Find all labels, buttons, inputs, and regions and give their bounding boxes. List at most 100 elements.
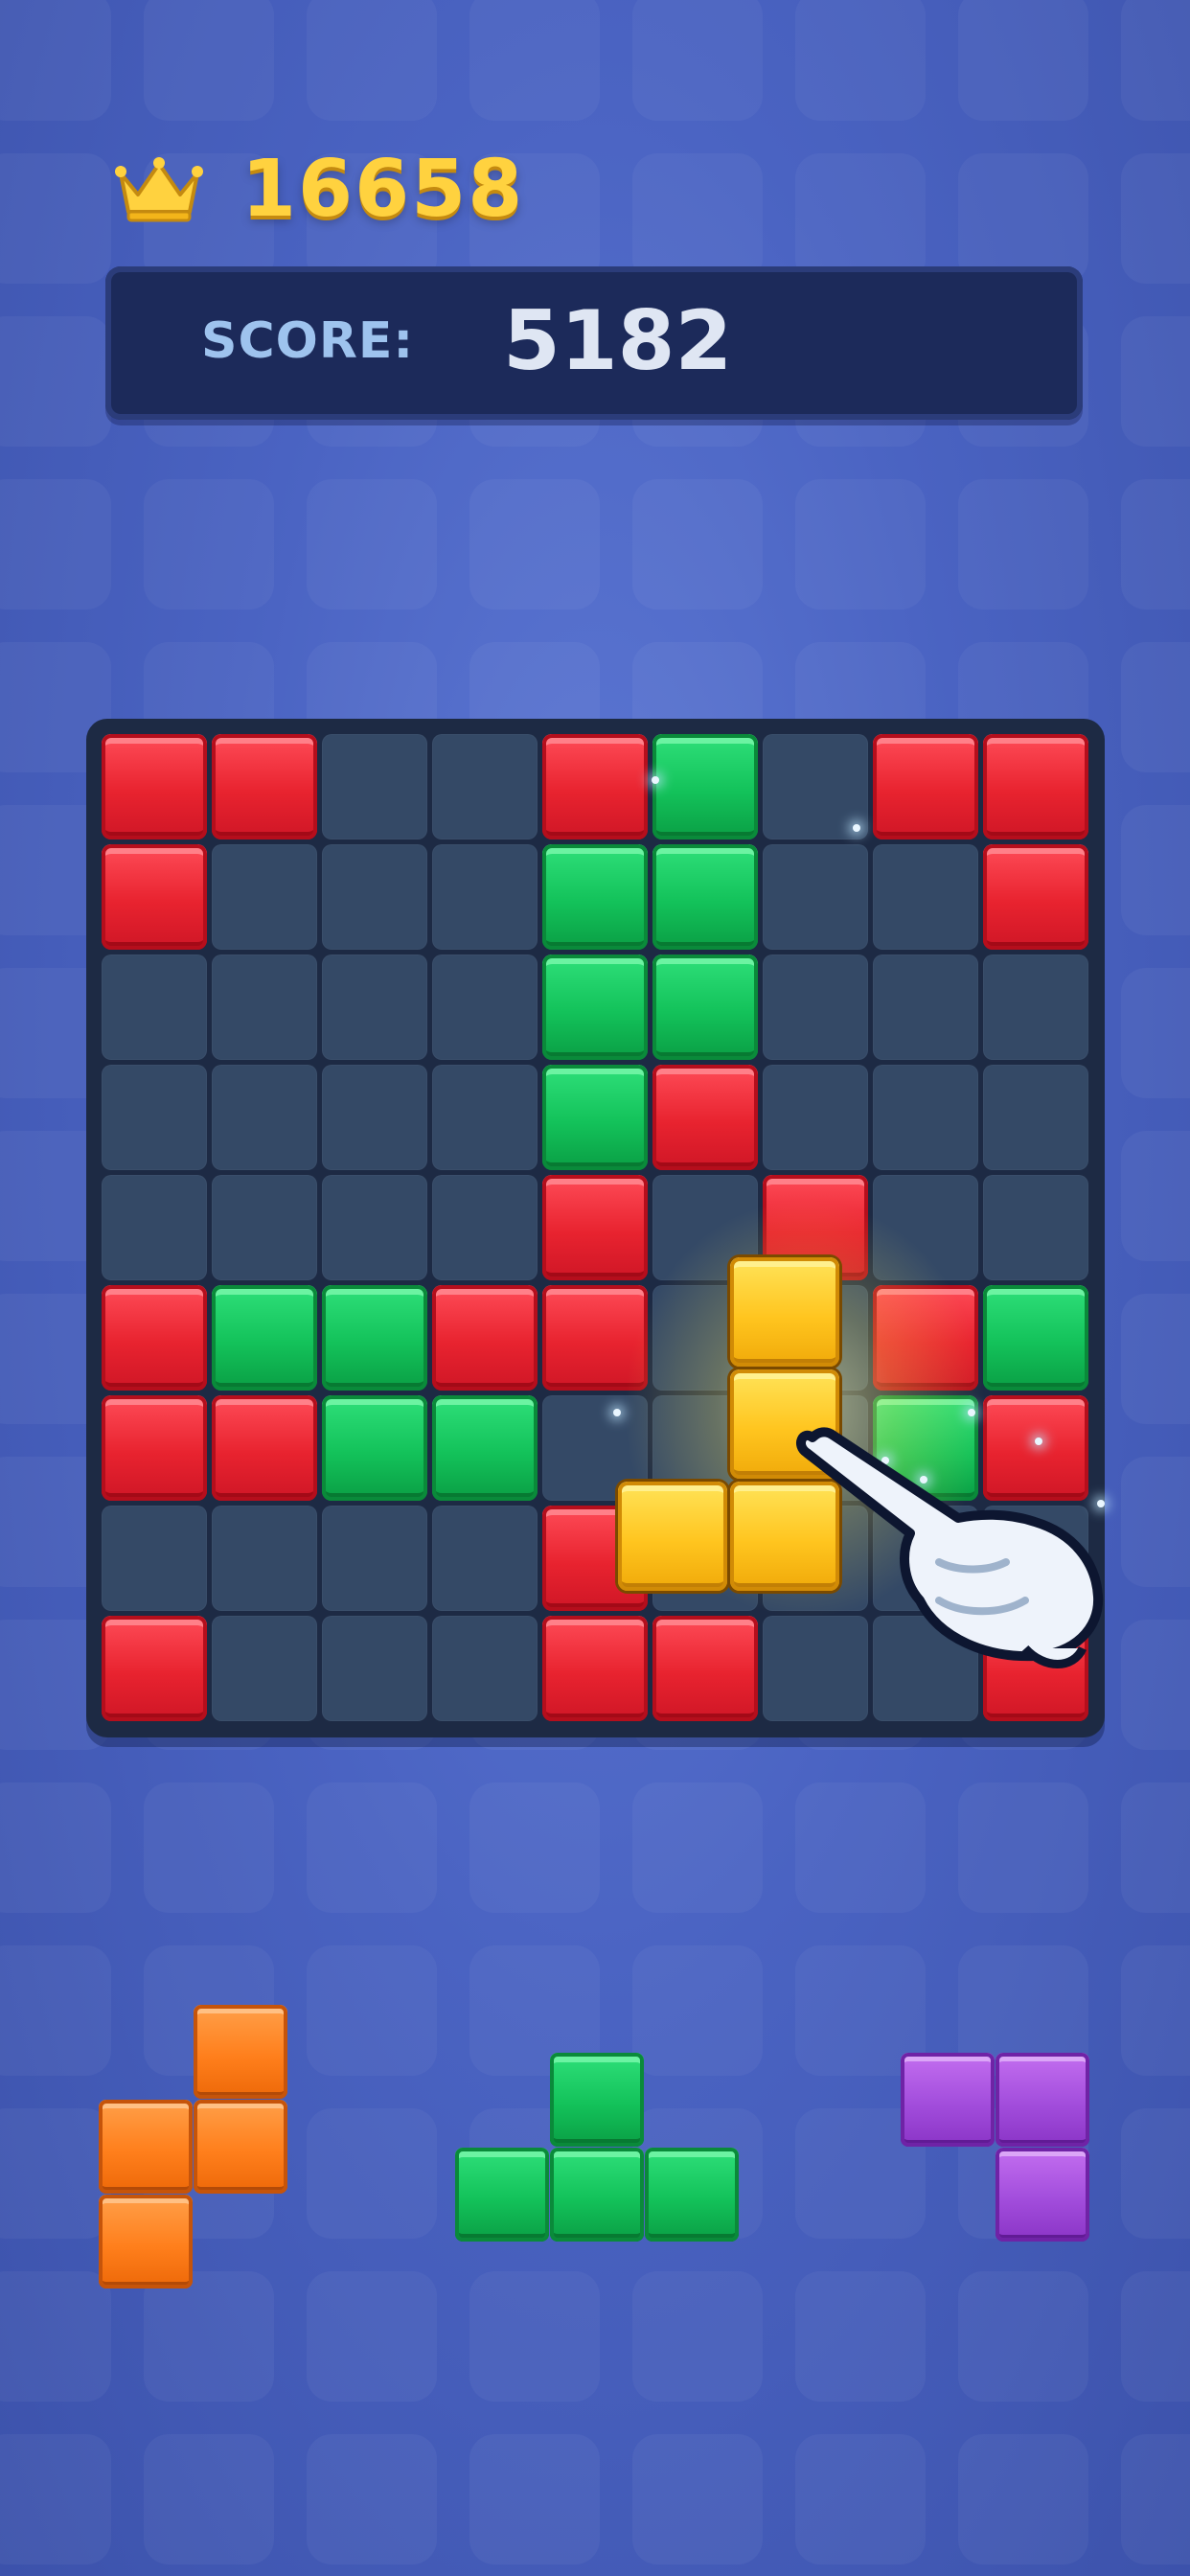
board-block-red[interactable] [102, 844, 207, 950]
board-block-red[interactable] [873, 1285, 978, 1391]
board-block-green[interactable] [542, 844, 648, 950]
board-block-red[interactable] [432, 1285, 538, 1391]
board-cell-empty[interactable] [212, 1175, 317, 1280]
background-tile [307, 1945, 437, 2076]
dragging-piece-block[interactable] [730, 1257, 839, 1367]
board-cell-empty[interactable] [212, 1616, 317, 1721]
board-block-green[interactable] [542, 954, 648, 1060]
board-block-green[interactable] [542, 1065, 648, 1170]
board-cell-empty[interactable] [322, 1065, 427, 1170]
board-block-red[interactable] [652, 1065, 758, 1170]
tray-block-green[interactable] [550, 2053, 644, 2147]
board-block-red[interactable] [542, 1616, 648, 1721]
board-block-red[interactable] [102, 734, 207, 840]
board-cell-empty[interactable] [102, 1175, 207, 1280]
board-block-green[interactable] [212, 1285, 317, 1391]
board-cell-empty[interactable] [322, 954, 427, 1060]
background-tile [0, 479, 111, 610]
board-cell-empty[interactable] [432, 1175, 538, 1280]
background-tile [958, 153, 1088, 284]
board-block-red[interactable] [542, 734, 648, 840]
board-block-red[interactable] [542, 1285, 648, 1391]
board-block-red[interactable] [542, 1175, 648, 1280]
board-cell-empty[interactable] [873, 844, 978, 950]
board-block-green[interactable] [432, 1395, 538, 1501]
board-cell-empty[interactable] [322, 844, 427, 950]
background-tile [1121, 1782, 1190, 1913]
tray-block-green[interactable] [550, 2148, 644, 2242]
board-block-red[interactable] [102, 1616, 207, 1721]
background-tile [1121, 805, 1190, 935]
board-block-red[interactable] [983, 734, 1088, 840]
tray-block-orange[interactable] [194, 2100, 287, 2194]
tray-block-green[interactable] [645, 2148, 739, 2242]
board-cell-empty[interactable] [432, 1616, 538, 1721]
tray-block-orange[interactable] [99, 2195, 193, 2288]
tray-block-orange[interactable] [194, 2005, 287, 2099]
board-cell-empty[interactable] [763, 954, 868, 1060]
board-block-red[interactable] [102, 1395, 207, 1501]
board-block-red[interactable] [873, 734, 978, 840]
board-block-red[interactable] [983, 1616, 1088, 1721]
board-cell-empty[interactable] [432, 1506, 538, 1611]
board-cell-empty[interactable] [873, 954, 978, 1060]
board-block-red[interactable] [212, 1395, 317, 1501]
board-cell-empty[interactable] [432, 1065, 538, 1170]
board-cell-empty[interactable] [873, 1175, 978, 1280]
dragging-piece-block[interactable] [730, 1482, 839, 1591]
board-cell-empty[interactable] [212, 844, 317, 950]
background-tile [0, 2434, 111, 2564]
background-tile [958, 2434, 1088, 2564]
background-tile [958, 479, 1088, 610]
board-block-red[interactable] [102, 1285, 207, 1391]
board-cell-empty[interactable] [763, 1616, 868, 1721]
board-block-green[interactable] [652, 734, 758, 840]
board-cell-empty[interactable] [873, 1616, 978, 1721]
board-block-green[interactable] [322, 1395, 427, 1501]
board-block-red[interactable] [983, 1395, 1088, 1501]
board-cell-empty[interactable] [983, 1065, 1088, 1170]
board-cell-empty[interactable] [322, 734, 427, 840]
board-cell-empty[interactable] [873, 1506, 978, 1611]
tray-block-purple[interactable] [901, 2053, 995, 2147]
board-cell-empty[interactable] [322, 1616, 427, 1721]
board-block-green[interactable] [652, 844, 758, 950]
tray-block-purple[interactable] [995, 2148, 1089, 2242]
background-tile [1121, 1945, 1190, 2076]
board-block-red[interactable] [983, 844, 1088, 950]
board-block-green[interactable] [873, 1395, 978, 1501]
board-block-green[interactable] [322, 1285, 427, 1391]
board-block-green[interactable] [652, 954, 758, 1060]
board-cell-empty[interactable] [102, 1506, 207, 1611]
background-tile [469, 0, 600, 121]
board-cell-empty[interactable] [322, 1175, 427, 1280]
board-cell-empty[interactable] [212, 954, 317, 1060]
board-cell-empty[interactable] [763, 844, 868, 950]
board-cell-empty[interactable] [322, 1506, 427, 1611]
board-cell-empty[interactable] [983, 1506, 1088, 1611]
dragging-piece-block[interactable] [730, 1369, 839, 1479]
board-cell-empty[interactable] [432, 734, 538, 840]
board-cell-empty[interactable] [102, 954, 207, 1060]
board-cell-empty[interactable] [763, 1065, 868, 1170]
board-cell-empty[interactable] [102, 1065, 207, 1170]
board-cell-empty[interactable] [432, 954, 538, 1060]
tray-block-purple[interactable] [995, 2053, 1089, 2147]
board-block-red[interactable] [652, 1616, 758, 1721]
board-cell-empty[interactable] [983, 1175, 1088, 1280]
board-block-red[interactable] [212, 734, 317, 840]
board-cell-empty[interactable] [873, 1065, 978, 1170]
dragging-piece-block[interactable] [618, 1482, 727, 1591]
background-tile [307, 2271, 437, 2402]
background-tile [469, 479, 600, 610]
game-board[interactable] [86, 719, 1105, 1737]
board-cell-empty[interactable] [432, 844, 538, 950]
board-cell-empty[interactable] [212, 1506, 317, 1611]
tray-block-green[interactable] [455, 2148, 549, 2242]
board-cell-empty[interactable] [763, 734, 868, 840]
board-cell-empty[interactable] [212, 1065, 317, 1170]
board-cell-empty[interactable] [983, 954, 1088, 1060]
tray-block-orange[interactable] [99, 2100, 193, 2194]
background-tile [632, 2271, 763, 2402]
board-block-green[interactable] [983, 1285, 1088, 1391]
